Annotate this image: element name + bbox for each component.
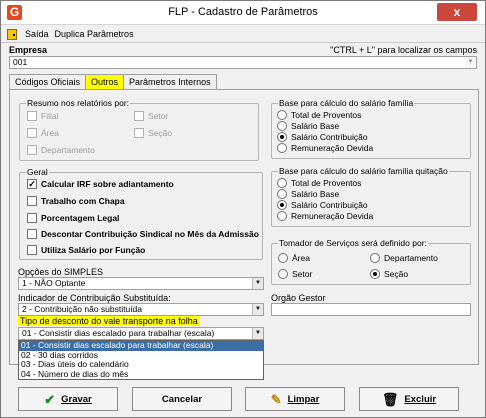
- tomador-option-label: Departamento: [384, 253, 438, 263]
- empresa-value: 001: [13, 57, 28, 67]
- base-familia-option-label: Remuneração Devida: [291, 143, 374, 153]
- base-quitacao-total-radio[interactable]: Total de Proventos: [277, 178, 361, 188]
- resumo-setor-checkbox[interactable]: Setor: [134, 111, 168, 121]
- contribuicao-value: 2 - Contribuição não substituída: [22, 304, 143, 314]
- tomador-secao-radio[interactable]: Seção: [370, 269, 408, 279]
- base-familia-option-label: Salário Contribuição: [291, 132, 368, 142]
- menu-item-duplica-parametros[interactable]: Duplica Parâmetros: [55, 29, 134, 39]
- base-quitacao-contribuicao-radio[interactable]: Salário Contribuição: [277, 200, 368, 210]
- vale-transporte-label: Tipo de desconto do vale transporte na f…: [18, 316, 200, 326]
- contribuicao-combo[interactable]: 2 - Contribuição não substituída ▼: [18, 303, 264, 316]
- trash-icon: 🗑: [381, 391, 399, 407]
- base-familia-base-radio[interactable]: Salário Base: [277, 121, 339, 131]
- excluir-label: Excluir: [404, 393, 437, 405]
- tomador-area-radio[interactable]: Área: [278, 253, 310, 263]
- tab-codigos-oficiais[interactable]: Códigos Oficiais: [9, 74, 87, 90]
- base-quitacao-option-label: Salário Base: [291, 189, 340, 199]
- excluir-button[interactable]: 🗑 Excluir: [359, 387, 459, 411]
- empresa-combo[interactable]: 001 ▼: [9, 56, 477, 69]
- orgao-gestor-input[interactable]: [271, 303, 471, 316]
- tomador-option-label: Setor: [292, 269, 313, 279]
- trabalho-chapa-checkbox[interactable]: Trabalho com Chapa: [27, 196, 125, 206]
- chevron-down-icon[interactable]: ▼: [252, 278, 263, 289]
- limpar-button[interactable]: ✎ Limpar: [245, 387, 345, 411]
- window-title: FLP - Cadastro de Parâmetros: [168, 6, 318, 18]
- descontar-contribuicao-checkbox[interactable]: Descontar Contribuição Sindical no Mês d…: [27, 229, 259, 239]
- vale-transporte-combo[interactable]: 01 - Consistir dias escalado para trabal…: [18, 327, 264, 340]
- list-item[interactable]: 04 - Número de dias do mês: [19, 370, 263, 380]
- resumo-area-label: Área: [41, 128, 59, 138]
- exit-door-icon: [7, 28, 17, 40]
- base-familia-option-label: Total de Proventos: [291, 110, 362, 120]
- tomador-setor-radio[interactable]: Setor: [278, 269, 312, 279]
- cancelar-label: Cancelar: [161, 393, 203, 405]
- descontar-contribuicao-label: Descontar Contribuição Sindical no Mês d…: [41, 229, 259, 239]
- calcular-irf-label: Calcular IRF sobre adiantamento: [41, 179, 174, 189]
- gravar-button[interactable]: ✔ Gravar: [18, 387, 118, 411]
- resumo-departamento-label: Departamento: [41, 145, 95, 155]
- resumo-departamento-checkbox[interactable]: Departamento: [27, 145, 95, 155]
- base-familia-contribuicao-radio[interactable]: Salário Contribuição: [277, 132, 368, 142]
- simples-value: 1 - NÃO Optante: [22, 278, 86, 288]
- base-quitacao-base-radio[interactable]: Salário Base: [277, 189, 339, 199]
- close-button[interactable]: x: [437, 3, 477, 21]
- porcentagem-legal-label: Porcentagem Legal: [41, 213, 120, 223]
- empresa-label: Empresa: [9, 45, 48, 55]
- tab-strip: Códigos Oficiais Outros Parâmetros Inter…: [9, 74, 217, 90]
- resumo-secao-checkbox[interactable]: Seção: [134, 128, 172, 138]
- tab-outros[interactable]: Outros: [85, 74, 125, 90]
- limpar-label: Limpar: [287, 393, 320, 405]
- check-icon: ✓: [27, 179, 37, 189]
- base-quitacao-option-label: Remuneração Devida: [291, 211, 374, 221]
- base-quitacao-remuneracao-radio[interactable]: Remuneração Devida: [277, 211, 373, 221]
- porcentagem-legal-checkbox[interactable]: Porcentagem Legal: [27, 213, 119, 223]
- contribuicao-label: Indicador de Contribuição Substituída:: [18, 293, 171, 303]
- list-item[interactable]: 01 - Consistir dias escalado para trabal…: [19, 341, 263, 351]
- base-quitacao-option-label: Total de Proventos: [291, 178, 362, 188]
- base-familia-option-label: Salário Base: [291, 121, 340, 131]
- base-quitacao-option-label: Salário Contribuição: [291, 200, 368, 210]
- title-bar: G FLP - Cadastro de Parâmetros x: [1, 1, 485, 25]
- locate-hint: "CTRL + L" para localizar os campos: [330, 45, 477, 55]
- salario-funcao-label: Utiliza Salário por Função: [41, 245, 146, 255]
- base-familia-total-radio[interactable]: Total de Proventos: [277, 110, 361, 120]
- cancelar-button[interactable]: Cancelar: [132, 387, 232, 411]
- tomador-option-label: Área: [292, 253, 310, 263]
- menu-bar: Saída Duplica Parâmetros: [1, 26, 485, 42]
- base-quitacao-title: Base para cálculo do salário família qui…: [278, 166, 449, 176]
- tab-parametros-internos[interactable]: Parâmetros Internos: [123, 74, 217, 90]
- resumo-secao-label: Seção: [148, 128, 173, 138]
- trabalho-chapa-label: Trabalho com Chapa: [41, 196, 125, 206]
- gravar-label: Gravar: [61, 393, 92, 405]
- list-item[interactable]: 03 - Dias úteis do calendário: [19, 360, 263, 370]
- eraser-icon: ✎: [270, 391, 282, 407]
- chevron-down-icon[interactable]: ▼: [465, 57, 476, 68]
- orgao-gestor-label: Orgão Gestor: [271, 293, 326, 303]
- simples-label: Opções do SIMPLES: [18, 267, 104, 277]
- tomador-option-label: Seção: [384, 269, 409, 279]
- tomador-title: Tomador de Serviços será definido por:: [278, 238, 428, 248]
- vale-transporte-dropdown: 01 - Consistir dias escalado para trabal…: [18, 340, 264, 380]
- list-item[interactable]: 02 - 30 dias corridos: [19, 351, 263, 361]
- vale-transporte-value: 01 - Consistir dias escalado para trabal…: [22, 328, 215, 338]
- chevron-down-icon[interactable]: ▼: [252, 328, 263, 339]
- salario-funcao-checkbox[interactable]: Utiliza Salário por Função: [27, 245, 145, 255]
- simples-combo[interactable]: 1 - NÃO Optante ▼: [18, 277, 264, 290]
- resumo-group-title: Resumo nos relatórios por:: [26, 98, 131, 108]
- geral-group-title: Geral: [26, 167, 49, 177]
- base-familia-remuneracao-radio[interactable]: Remuneração Devida: [277, 143, 373, 153]
- resumo-setor-label: Setor: [148, 111, 169, 121]
- chevron-down-icon[interactable]: ▼: [252, 304, 263, 315]
- resumo-filial-checkbox[interactable]: Filial: [27, 111, 58, 121]
- menu-separator: [1, 42, 485, 43]
- main-window: G FLP - Cadastro de Parâmetros x Saída D…: [0, 0, 486, 418]
- base-familia-title: Base para cálculo do salário família: [278, 98, 415, 108]
- tomador-departamento-radio[interactable]: Departamento: [370, 253, 438, 263]
- menu-item-saida[interactable]: Saída: [25, 29, 49, 39]
- resumo-area-checkbox[interactable]: Área: [27, 128, 59, 138]
- resumo-filial-label: Filial: [41, 111, 59, 121]
- calcular-irf-checkbox[interactable]: ✓ Calcular IRF sobre adiantamento: [27, 179, 174, 189]
- checkmark-icon: ✔: [44, 391, 56, 407]
